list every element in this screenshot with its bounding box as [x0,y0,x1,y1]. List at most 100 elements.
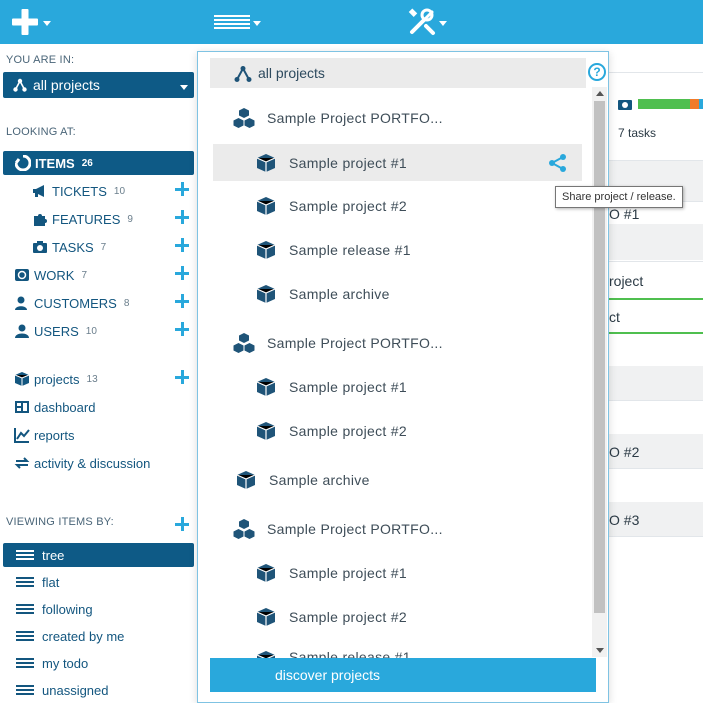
scroll-up-icon[interactable] [596,91,604,96]
sidebar-item-reports[interactable]: reports [0,423,197,447]
dropdown-release-item[interactable]: Sample release #1 [255,232,573,268]
sidebar-item-features[interactable]: FEATURES 9 [0,207,197,231]
dropdown-project-item[interactable]: Sample project #1 [255,369,573,405]
view-created-by-me[interactable]: created by me [0,624,197,648]
sidebar-item-count: 9 [127,213,133,225]
dropdown-project-item[interactable]: Sample project #1 [213,144,582,181]
sidebar-item-activity[interactable]: activity & discussion [0,451,197,475]
cube-icon [235,469,257,491]
help-icon[interactable]: ? [588,63,606,81]
dropdown-portfolio-item[interactable]: Sample Project PORTFO... [233,325,573,361]
sidebar-item-label: projects [34,371,80,387]
tasks-count: 7 tasks [618,126,657,140]
add-feature-icon[interactable] [175,210,189,224]
scroll-thumb[interactable] [594,101,605,613]
sidebar-item-label: dashboard [34,399,96,415]
sidebar-item-projects[interactable]: projects 13 [0,367,197,391]
sidebar-item-tasks[interactable]: TASKS 7 [0,235,197,259]
cube-icon [255,376,277,398]
dropdown-archive-item[interactable]: Sample archive [255,276,573,312]
project-selector[interactable]: all projects [3,72,194,98]
add-user-icon[interactable] [175,322,189,336]
sidebar-item-label: USERS [34,323,79,339]
row-title[interactable]: ct [609,309,620,325]
dropdown-portfolio-item[interactable]: Sample Project PORTFO... [233,100,573,136]
cube-icon [255,420,277,442]
megaphone-icon [32,183,48,199]
dropdown-item-label: Sample project #2 [289,198,407,214]
work-icon [14,267,30,283]
lines-icon [14,682,36,698]
add-ticket-icon[interactable] [175,182,189,196]
dropdown-project-item[interactable]: Sample project #2 [255,413,573,449]
customer-icon [14,295,30,311]
viewing-by-label: VIEWING ITEMS BY: [6,516,114,528]
cube-icon [255,195,277,217]
dropdown-item-label: Sample Project PORTFO... [267,110,443,126]
row-title[interactable]: O #2 [609,444,639,460]
dropdown-project-item[interactable]: Sample project #1 [255,555,573,591]
lines-icon [14,628,36,644]
sidebar-item-users[interactable]: USERS 10 [0,319,197,343]
dropdown-scrollbar[interactable] [592,87,607,657]
main-menu-button[interactable] [214,0,261,44]
dropdown-release-item[interactable]: Sample release #1 [255,643,573,658]
camera-icon [32,239,48,255]
chevron-down-icon [439,20,447,26]
tools-menu-button[interactable] [408,0,447,44]
dropdown-project-item[interactable]: Sample project #2 [255,188,573,224]
scroll-down-icon[interactable] [596,648,604,653]
cube-icon [255,152,277,174]
sidebar-item-dashboard[interactable]: dashboard [0,395,197,419]
lines-icon [14,655,36,671]
sidebar-item-customers[interactable]: CUSTOMERS 8 [0,291,197,315]
dropdown-portfolio-item[interactable]: Sample Project PORTFO... [233,511,573,547]
dropdown-archive-item[interactable]: Sample archive [235,462,575,498]
sidebar-item-work[interactable]: WORK 7 [0,263,197,287]
user-icon [14,323,30,339]
dropdown-item-label: Sample project #1 [289,565,407,581]
row-title[interactable]: O #1 [609,206,639,222]
dropdown-item-label: Sample project #1 [289,379,407,395]
lines-icon [14,574,36,590]
add-menu-button[interactable] [10,0,51,44]
sidebar-item-count: 8 [123,297,130,309]
row-title[interactable]: roject [609,273,643,289]
cube-icon [14,371,30,387]
cube-icon [255,606,277,628]
items-icon [15,155,31,171]
lines-icon [14,547,36,563]
add-view-icon[interactable] [175,517,189,531]
view-following[interactable]: following [0,597,197,621]
add-work-icon[interactable] [175,266,189,280]
sidebar-item-label: FEATURES [52,211,121,227]
sidebar-item-items[interactable]: ITEMS 26 [3,151,194,175]
view-my-todo[interactable]: my todo [0,651,197,675]
menu-lines-icon [214,15,250,29]
view-label: flat [42,574,60,590]
cube-icon [255,562,277,584]
dropdown-item-label: Sample release #1 [289,649,411,658]
discover-projects-button[interactable]: discover projects [210,658,596,692]
view-label: following [42,601,93,617]
dropdown-item-label: Sample project #2 [289,609,407,625]
sidebar-item-count: 10 [113,185,126,197]
view-tree[interactable]: tree [3,543,194,567]
puzzle-icon [32,211,48,227]
add-project-icon[interactable] [175,370,189,384]
dropdown-all-projects[interactable]: all projects [210,58,586,88]
dropdown-project-item[interactable]: Sample project #2 [255,599,573,635]
dropdown-item-label: Sample archive [269,472,370,488]
view-flat[interactable]: flat [0,570,197,594]
looking-at-label: LOOKING AT: [6,126,76,138]
cube-icon [255,649,277,658]
tools-icon [408,8,435,35]
add-customer-icon[interactable] [175,294,189,308]
dashboard-icon [14,399,30,415]
row-title[interactable]: O #3 [609,512,639,528]
add-task-icon[interactable] [175,238,189,252]
sidebar-item-tickets[interactable]: TICKETS 10 [0,179,197,203]
view-unassigned[interactable]: unassigned [0,678,197,702]
portfolio-cubes-icon [233,332,255,354]
share-icon[interactable] [548,153,568,176]
